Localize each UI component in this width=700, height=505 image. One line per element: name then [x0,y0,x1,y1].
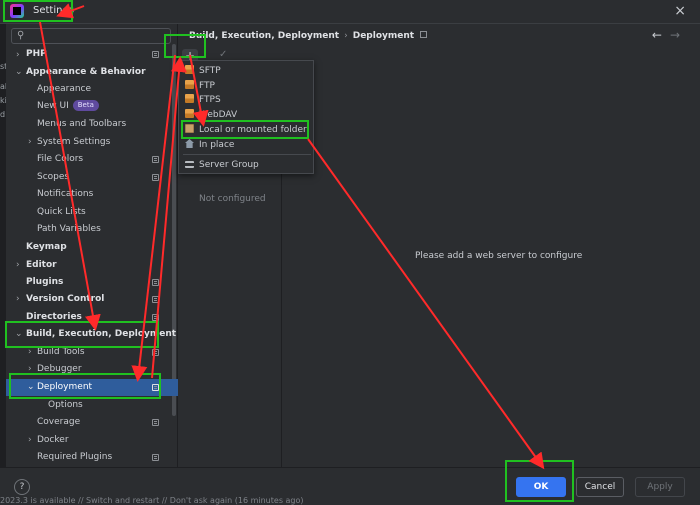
tree-item-editor[interactable]: Editor [26,257,57,274]
highlight-box [505,460,574,502]
project-settings-icon [152,296,159,303]
popup-item-server-group[interactable]: Server Group [185,158,259,172]
chevron-right-icon[interactable]: › [16,257,20,274]
tree-item-coverage[interactable]: Coverage [37,414,80,431]
tree-item-quick-lists[interactable]: Quick Lists [37,204,86,221]
tree-item-docker[interactable]: Docker [37,432,69,449]
update-notification: 2023.3 is available // Switch and restar… [0,496,304,505]
list-icon [185,161,194,168]
server-icon [185,80,194,89]
server-icon [185,109,194,118]
popup-item-ftp[interactable]: FTP [185,79,215,93]
highlight-box [3,0,73,22]
tree-item-menus-toolbars[interactable]: Menus and Toolbars [37,116,126,133]
tree-item-plugins[interactable]: Plugins [26,274,63,291]
back-arrow-icon[interactable]: ← [652,28,670,42]
dialog-footer: ? 2023.3 is available // Switch and rest… [0,467,700,505]
project-settings-icon [152,419,159,426]
sidebar-scrollbar[interactable] [172,44,176,416]
tree-item-appearance-behavior[interactable]: Appearance & Behavior [26,64,146,81]
forward-arrow-icon[interactable]: → [670,28,688,42]
chevron-down-icon[interactable]: ⌄ [15,64,23,81]
popup-item-label: FTPS [199,95,221,105]
tree-item-appearance[interactable]: Appearance [37,81,91,98]
project-settings-icon [420,31,428,38]
check-icon[interactable]: ✓ [219,49,227,60]
tree-item-php[interactable]: PHP [26,46,47,63]
server-icon [185,94,194,103]
project-settings-icon [152,51,159,58]
tree-item-options[interactable]: Options [48,397,83,414]
highlight-box [181,120,309,139]
popup-item-label: WebDAV [199,110,238,120]
tree-item-new-ui[interactable]: New UI Beta [37,98,99,115]
breadcrumb: Build, Execution, Deployment › Deployment [189,31,428,41]
project-settings-icon [152,156,159,163]
server-icon [185,65,194,74]
highlight-box [164,34,206,58]
title-bar: Settings × [0,0,700,24]
popup-divider [183,154,311,155]
apply-button[interactable]: Apply [635,477,685,497]
popup-item-ftps[interactable]: FTPS [185,93,221,107]
highlight-box [9,373,161,399]
server-list-empty-text: Not configured [199,194,266,204]
project-settings-icon [152,454,159,461]
tree-item-version-control[interactable]: Version Control [26,291,104,308]
tree-item-label: New UI [37,101,69,111]
chevron-right-icon[interactable]: › [16,291,20,308]
breadcrumb-item[interactable]: Build, Execution, Deployment [189,31,339,41]
tree-item-required-plugins[interactable]: Required Plugins [37,449,112,466]
breadcrumb-item: Deployment [352,31,415,41]
tree-item-system-settings[interactable]: System Settings [37,134,110,151]
popup-item-label: In place [199,140,235,150]
tree-item-keymap[interactable]: Keymap [26,239,67,256]
popup-item-label: SFTP [199,66,221,76]
add-server-popup: SFTP FTP FTPS WebDAV Local or mounted fo… [178,60,314,174]
home-icon [185,139,194,148]
beta-badge: Beta [72,100,99,111]
project-settings-icon [152,314,159,321]
breadcrumb-separator: › [344,31,348,41]
chevron-right-icon[interactable]: › [28,432,32,449]
nav-arrows: ←→ [652,28,688,42]
close-icon[interactable]: × [674,3,686,19]
popup-item-in-place[interactable]: In place [185,138,234,152]
popup-item-sftp[interactable]: SFTP [185,64,221,78]
cancel-button[interactable]: Cancel [576,477,624,497]
tree-item-scopes[interactable]: Scopes [37,169,69,186]
search-input[interactable]: ⚲ [11,28,171,44]
detail-empty-message: Please add a web server to configure [415,251,583,261]
tree-item-file-colors[interactable]: File Colors [37,151,83,168]
popup-item-label: FTP [199,81,215,91]
tree-item-path-variables[interactable]: Path Variables [37,221,101,238]
chevron-right-icon[interactable]: › [28,134,32,151]
project-settings-icon [152,174,159,181]
popup-item-label: Server Group [199,160,259,170]
highlight-box [5,321,159,348]
search-icon: ⚲ [17,30,25,41]
help-icon[interactable]: ? [14,479,30,495]
project-settings-icon [152,349,159,356]
tree-item-notifications[interactable]: Notifications [37,186,93,203]
project-settings-icon [152,279,159,286]
chevron-right-icon[interactable]: › [16,47,20,64]
